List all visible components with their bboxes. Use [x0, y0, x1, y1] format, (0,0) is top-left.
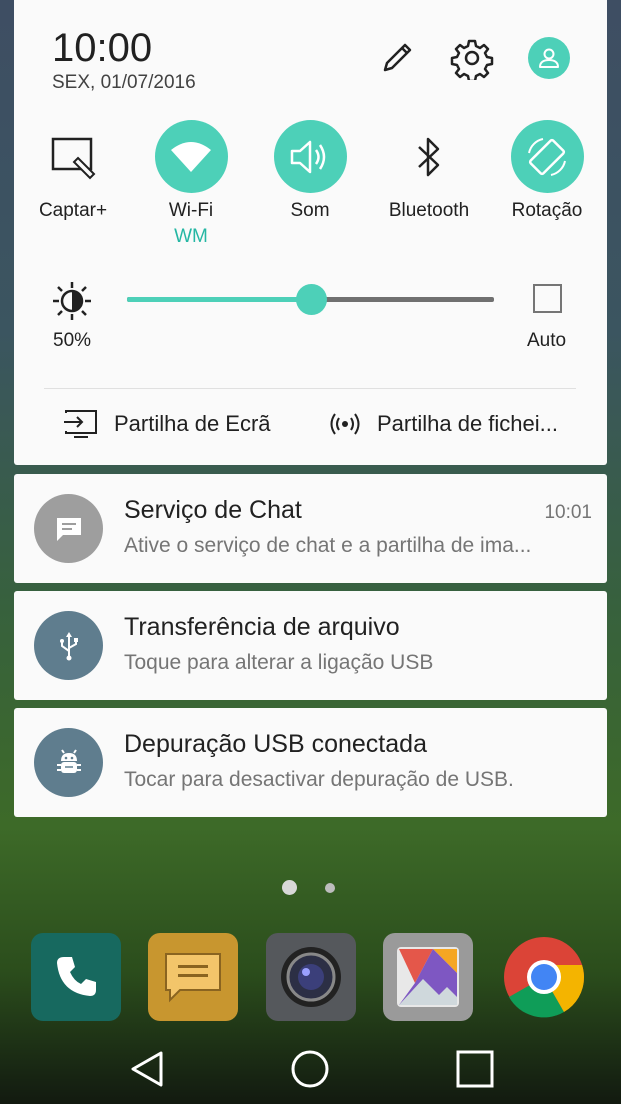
page-dot-active [282, 880, 297, 895]
toggle-sound-label: Som [290, 200, 330, 221]
chrome-app-icon[interactable] [500, 933, 588, 1021]
navigation-bar [0, 1030, 621, 1104]
edit-icon[interactable] [372, 33, 422, 83]
auto-brightness-checkbox[interactable] [533, 284, 562, 313]
settings-icon[interactable] [447, 33, 497, 83]
messages-app-icon[interactable] [148, 933, 238, 1021]
toggle-capture-label: Captar+ [38, 200, 108, 221]
auto-brightness-label: Auto [527, 330, 567, 351]
android-debug-icon [34, 728, 103, 797]
notification-title: Transferência de arquivo [124, 613, 400, 641]
screen-share-button[interactable]: Partilha de Ecrã [62, 408, 271, 440]
notification-text: Toque para alterar a ligação USB [124, 651, 434, 674]
rotation-icon [510, 120, 584, 193]
notification-title: Serviço de Chat [124, 496, 302, 524]
notification-text: Ative o serviço de chat e a partilha de … [124, 534, 532, 557]
wifi-network-name: WM [174, 226, 208, 247]
file-share-icon [330, 413, 360, 435]
toggle-wifi[interactable]: Wi-Fi WM [136, 120, 246, 248]
capture-icon [37, 120, 110, 193]
sound-icon [273, 120, 347, 193]
brightness-slider[interactable] [127, 284, 494, 315]
toggle-wifi-label: Wi-Fi [168, 200, 214, 221]
phone-app-icon[interactable] [31, 933, 121, 1021]
clock-time: 10:00 [52, 26, 153, 70]
user-icon[interactable] [524, 33, 574, 83]
brightness-slider-fill [127, 297, 311, 302]
home-icon[interactable] [285, 1044, 335, 1094]
quick-settings-panel: 10:00 SEX, 01/07/2016 Captar+ Wi-Fi WM S… [14, 0, 607, 465]
file-share-button[interactable]: Partilha de fichei... [327, 408, 558, 440]
screen-share-icon [64, 410, 97, 438]
toggle-sound[interactable]: Som [255, 120, 365, 222]
wifi-icon [154, 120, 228, 193]
file-share-label: Partilha de fichei... [377, 411, 558, 436]
brightness-slider-thumb[interactable] [295, 284, 327, 315]
toggle-bluetooth-label: Bluetooth [388, 200, 470, 221]
brightness-value: 50% [53, 330, 92, 351]
camera-app-icon[interactable] [266, 933, 356, 1021]
notification-text: Tocar para desactivar depuração de USB. [124, 768, 514, 791]
toggle-capture[interactable]: Captar+ [18, 120, 128, 222]
gallery-app-icon[interactable] [383, 933, 473, 1021]
brightness-icon [52, 281, 92, 326]
notification-file-transfer[interactable]: Transferência de arquivo Toque para alte… [14, 591, 607, 700]
toggle-rotation-label: Rotação [511, 200, 583, 221]
notification-title: Depuração USB conectada [124, 730, 427, 758]
notification-chat-service[interactable]: Serviço de Chat 10:01 Ative o serviço de… [14, 474, 607, 583]
page-dot [325, 883, 335, 893]
bluetooth-icon [393, 120, 466, 193]
notification-usb-debugging[interactable]: Depuração USB conectada Tocar para desac… [14, 708, 607, 817]
notification-time: 10:01 [544, 502, 592, 523]
clock-date: SEX, 01/07/2016 [52, 72, 196, 93]
toggle-bluetooth[interactable]: Bluetooth [374, 120, 484, 222]
screen-share-label: Partilha de Ecrã [114, 411, 271, 436]
toggle-rotation[interactable]: Rotação [492, 120, 602, 222]
back-icon[interactable] [122, 1044, 172, 1094]
chat-icon [34, 494, 103, 563]
recents-icon[interactable] [450, 1044, 500, 1094]
usb-icon [34, 611, 103, 680]
panel-divider [44, 388, 576, 389]
